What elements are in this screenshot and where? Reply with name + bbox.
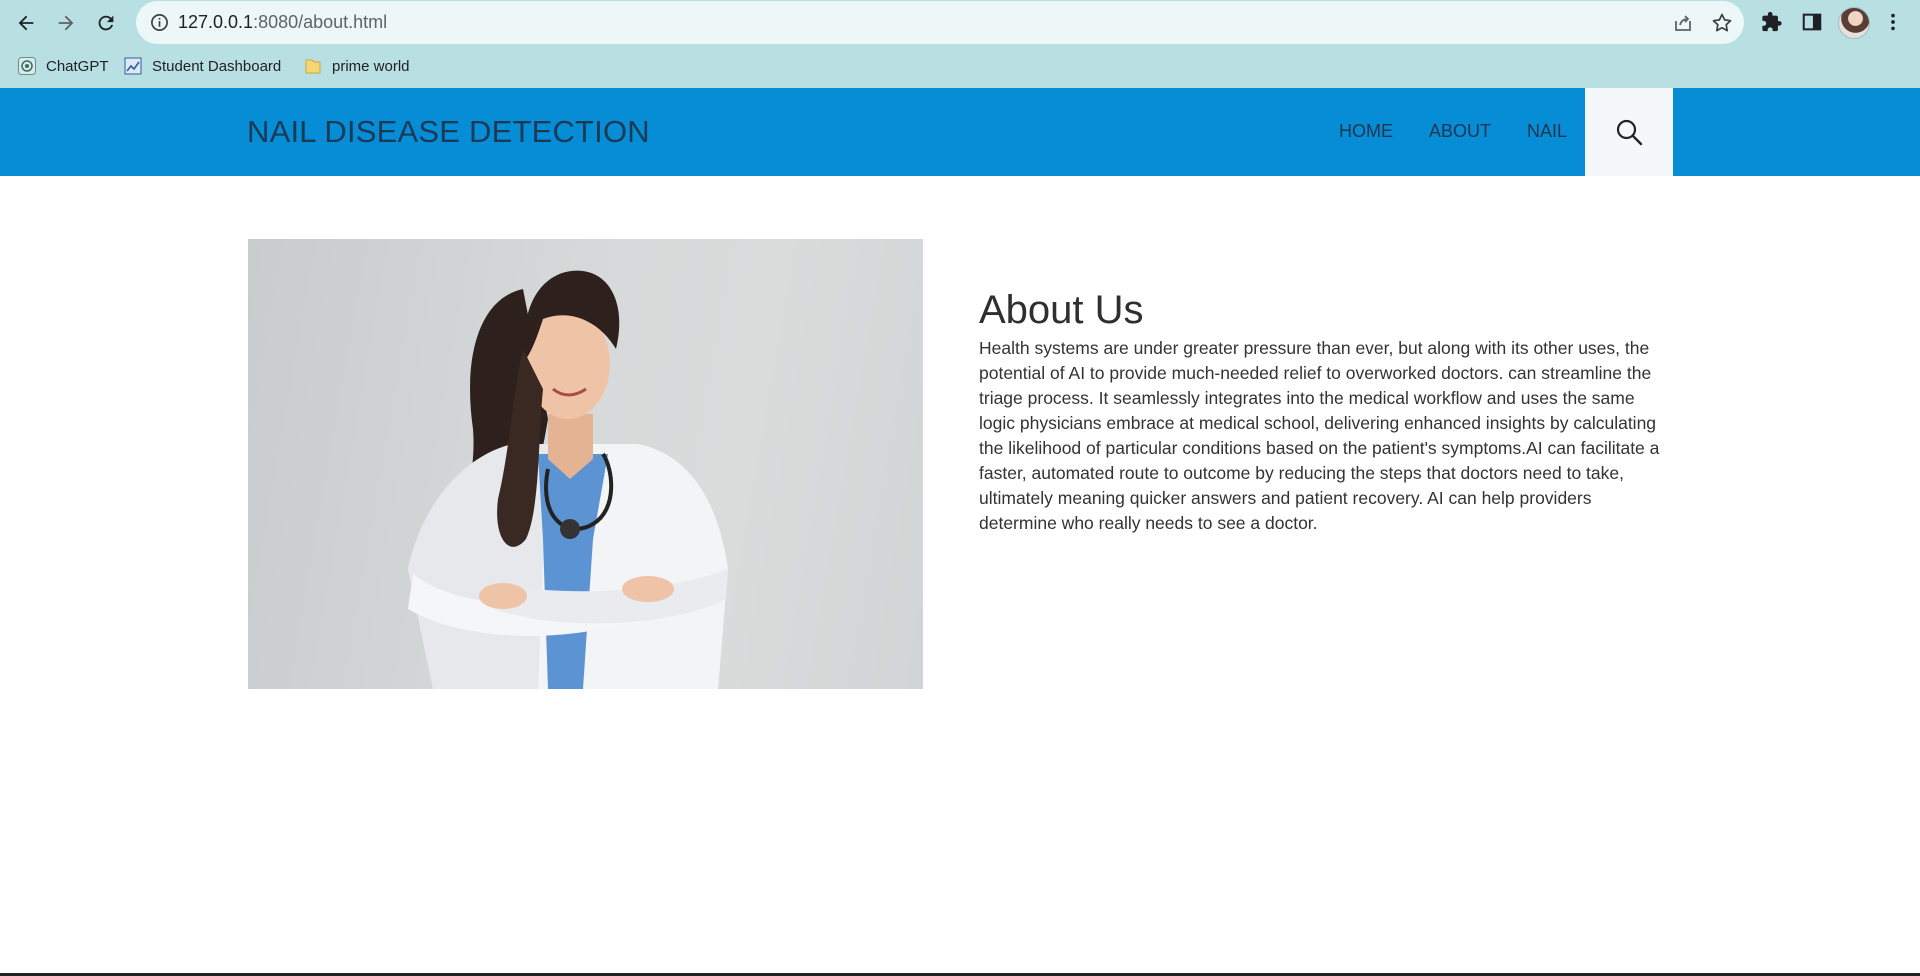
reload-icon <box>98 15 114 31</box>
site-header: NAIL DISEASE DETECTION HOME ABOUT NAIL <box>0 88 1920 176</box>
site-brand[interactable]: NAIL DISEASE DETECTION <box>247 114 650 150</box>
nav-nail[interactable]: NAIL <box>1527 121 1567 142</box>
about-description: Health systems are under greater pressur… <box>979 337 1660 533</box>
doctor-photo <box>248 239 923 689</box>
browser-menu-button[interactable] <box>1880 9 1906 35</box>
side-panel-button[interactable] <box>1799 9 1825 35</box>
arrow-right-icon <box>58 15 74 31</box>
side-panel-icon <box>1802 13 1822 31</box>
reload-button[interactable] <box>89 6 123 40</box>
profile-avatar[interactable] <box>1838 7 1870 39</box>
bookmark-star-icon[interactable] <box>1710 11 1734 35</box>
bookmark-student-dashboard[interactable]: Student Dashboard <box>124 53 281 79</box>
doctor-illustration <box>408 270 728 689</box>
back-button[interactable] <box>9 6 43 40</box>
chatgpt-icon <box>18 57 36 75</box>
share-icon[interactable] <box>1671 11 1695 35</box>
dashboard-icon <box>124 57 142 75</box>
folder-icon <box>305 59 321 74</box>
info-icon[interactable] <box>150 13 169 32</box>
nav-about[interactable]: ABOUT <box>1429 121 1491 142</box>
bookmark-chatgpt[interactable]: ChatGPT <box>18 53 109 79</box>
browser-toolbar: 127.0.0.1:8080/about.html ChatGPT Studen… <box>0 0 1920 88</box>
nav-home[interactable]: HOME <box>1339 121 1393 142</box>
about-title: About Us <box>979 287 1144 332</box>
puzzle-icon <box>1762 11 1782 32</box>
arrow-left-icon <box>18 15 34 31</box>
search-icon <box>1616 119 1643 146</box>
kebab-menu-icon <box>1891 13 1895 31</box>
url-text[interactable]: 127.0.0.1:8080/about.html <box>178 12 387 33</box>
bookmarks-bar: ChatGPT Student Dashboard prime world <box>0 48 1920 84</box>
forward-button[interactable] <box>49 6 83 40</box>
extensions-button[interactable] <box>1759 9 1785 35</box>
address-bar[interactable]: 127.0.0.1:8080/about.html <box>136 1 1744 44</box>
bookmark-prime-world[interactable]: prime world <box>304 53 410 79</box>
search-button[interactable] <box>1585 88 1673 176</box>
